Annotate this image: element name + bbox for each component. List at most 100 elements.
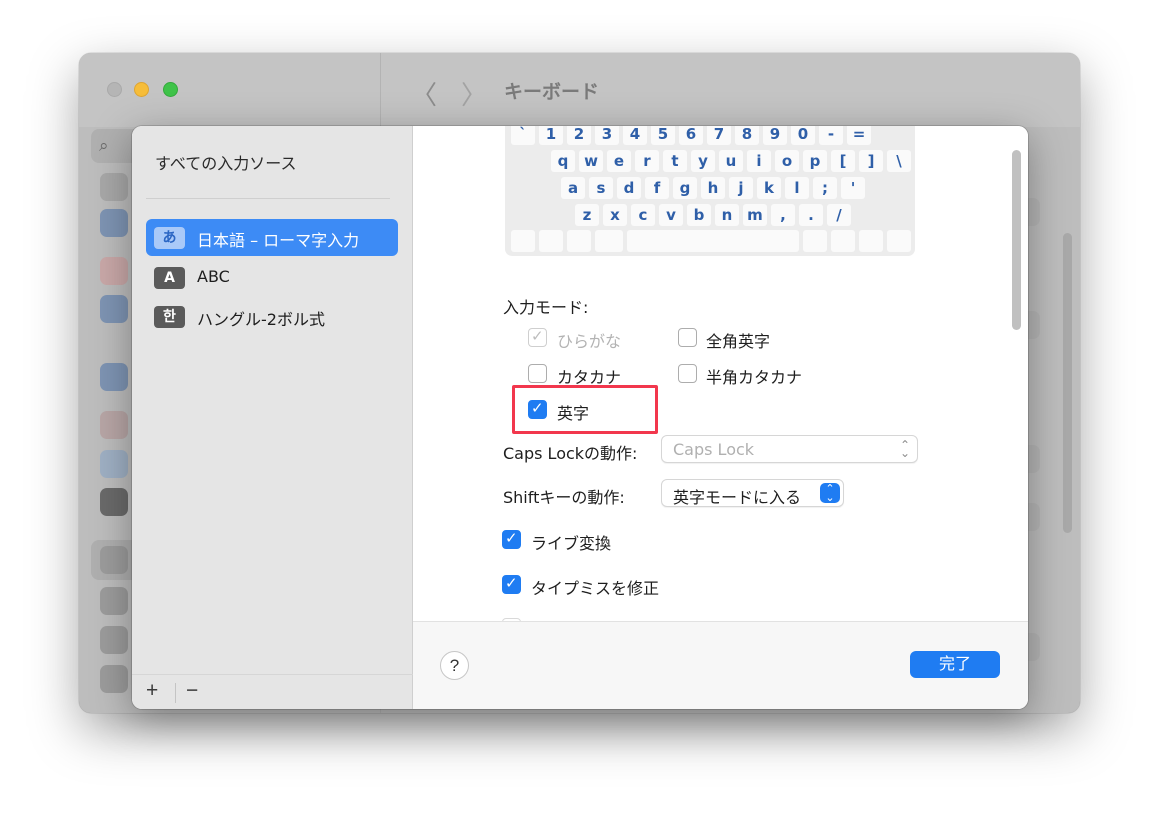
sidebar-ellipsis-icon xyxy=(100,173,128,201)
keyboard-key: y xyxy=(691,150,715,172)
source-list-toolbar: + − xyxy=(132,674,413,709)
keyboard-key: s xyxy=(589,177,613,199)
source-item-japanese-romaji[interactable]: あ 日本語 – ローマ字入力 xyxy=(146,219,398,256)
keyboard-key: = xyxy=(847,126,871,145)
input-sources-header: すべての入力ソース xyxy=(155,154,297,173)
source-item-label: ハングル-2ボル式 xyxy=(197,310,325,329)
keyboard-key: h xyxy=(701,177,725,199)
users-icon xyxy=(100,295,128,323)
keyboard-layout-preview: ` 1 2 3 4 5 6 7 8 9 0- = q w e r t y u i o p[] \ a s d f g h j k l; ' … xyxy=(505,126,915,256)
katakana-checkbox[interactable] xyxy=(528,364,547,383)
keyboard-key: g xyxy=(673,177,697,199)
keyboard-key: k xyxy=(757,177,781,199)
source-item-label: 日本語 – ローマ字入力 xyxy=(197,231,360,250)
keyboard-key: 1 xyxy=(539,126,563,145)
window-zoom-button[interactable] xyxy=(163,82,178,97)
halfwidth-katakana-label: 半角カタカナ xyxy=(706,368,803,387)
keyboard-key: 0 xyxy=(791,126,815,145)
hand-icon xyxy=(100,209,128,237)
keyboard-key: 9 xyxy=(763,126,787,145)
help-button[interactable]: ? xyxy=(440,651,469,680)
keyboard-key: / xyxy=(827,204,851,226)
modifier-key xyxy=(567,230,591,252)
keyboard-key: c xyxy=(631,204,655,226)
forward-chevron-icon[interactable]: 〉 xyxy=(461,75,487,112)
source-item-abc[interactable]: A ABC xyxy=(146,259,398,296)
keyboard-key: w xyxy=(579,150,603,172)
trackpad-icon xyxy=(100,626,128,654)
romaji-checkbox[interactable]: ✓ xyxy=(528,399,547,419)
game-center-icon xyxy=(100,411,128,439)
up-down-chevron-icon: ⌃ ⌄ xyxy=(820,483,840,503)
divider xyxy=(146,198,390,199)
shift-key-value: 英字モードに入る xyxy=(673,488,802,507)
modifier-key xyxy=(803,230,827,252)
keyboard-key: p xyxy=(803,150,827,172)
caps-lock-label: Caps Lockの動作: xyxy=(503,444,638,463)
keyboard-key: q xyxy=(551,150,575,172)
checkmark-icon: ✓ xyxy=(531,327,544,345)
keyboard-key: 4 xyxy=(623,126,647,145)
keyboard-key: e xyxy=(607,150,631,172)
shift-key-popup[interactable]: 英字モードに入る ⌃ ⌄ xyxy=(661,479,844,507)
settings-scrollbar[interactable] xyxy=(1012,150,1021,330)
window-title: キーボード xyxy=(504,81,600,103)
live-conversion-checkbox[interactable]: ✓ xyxy=(502,529,521,549)
hiragana-badge-icon: あ xyxy=(154,227,185,249)
at-sign-icon xyxy=(100,363,128,391)
keyboard-key: a xyxy=(561,177,585,199)
keyboard-key: \ xyxy=(887,150,911,172)
modifier-key xyxy=(859,230,883,252)
source-item-hangul[interactable]: 한 ハングル-2ボル式 xyxy=(146,298,398,335)
keyboard-key: u xyxy=(719,150,743,172)
remove-source-button[interactable]: − xyxy=(186,679,198,703)
keyboard-key: r xyxy=(635,150,659,172)
keyboard-key: [ xyxy=(831,150,855,172)
done-button[interactable]: 完了 xyxy=(910,651,1000,678)
caps-lock-value: Caps Lock xyxy=(673,440,755,459)
modifier-key xyxy=(595,230,623,252)
keyboard-key: . xyxy=(799,204,823,226)
up-down-chevron-icon: ⌃ ⌄ xyxy=(899,438,910,460)
modifier-key xyxy=(539,230,563,252)
background-scrollbar[interactable] xyxy=(1063,233,1072,533)
input-sources-sheet: すべての入力ソース あ 日本語 – ローマ字入力 A ABC 한 ハングル-2ボ… xyxy=(132,126,1028,709)
checkmark-icon: ✓ xyxy=(531,399,544,417)
typo-correction-label: タイプミスを修正 xyxy=(531,579,660,598)
input-sources-list: すべての入力ソース あ 日本語 – ローマ字入力 A ABC 한 ハングル-2ボ… xyxy=(132,126,413,709)
hiragana-label: ひらがな xyxy=(557,332,622,351)
back-chevron-icon[interactable]: 〈 xyxy=(411,75,437,112)
keyboard-key: z xyxy=(575,204,599,226)
sheet-footer: ? 完了 xyxy=(413,621,1028,709)
modifier-key xyxy=(831,230,855,252)
hangul-badge-icon: 한 xyxy=(154,306,185,328)
add-source-button[interactable]: + xyxy=(146,679,158,703)
hiragana-checkbox: ✓ xyxy=(528,327,547,347)
window-minimize-button[interactable] xyxy=(134,82,149,97)
keyboard-key: ] xyxy=(859,150,883,172)
typo-correction-checkbox[interactable]: ✓ xyxy=(502,574,521,594)
keyboard-key: , xyxy=(771,204,795,226)
keyboard-key: ` xyxy=(511,126,535,145)
printer-icon xyxy=(100,665,128,693)
wallet-icon xyxy=(100,488,128,516)
keyboard-key: v xyxy=(659,204,683,226)
window-close-button[interactable] xyxy=(107,82,122,97)
keyboard-key: ; xyxy=(813,177,837,199)
source-settings-pane: ` 1 2 3 4 5 6 7 8 9 0- = q w e r t y u i o p[] \ a s d f g h j k l; ' … xyxy=(413,126,1028,621)
shift-key-label: Shiftキーの動作: xyxy=(503,488,625,507)
caps-lock-popup: Caps Lock ⌃ ⌄ xyxy=(661,435,918,463)
fullwidth-roman-checkbox[interactable] xyxy=(678,328,697,347)
halfwidth-katakana-checkbox[interactable] xyxy=(678,364,697,383)
live-conversion-label: ライブ変換 xyxy=(531,534,612,553)
icloud-icon xyxy=(100,450,128,478)
keyboard-key: 2 xyxy=(567,126,591,145)
keyboard-key: ' xyxy=(841,177,865,199)
keyboard-key: i xyxy=(747,150,771,172)
keyboard-key: - xyxy=(819,126,843,145)
mouse-icon xyxy=(100,587,128,615)
keyboard-key: 5 xyxy=(651,126,675,145)
modifier-key xyxy=(511,230,535,252)
keyboard-key: 7 xyxy=(707,126,731,145)
keyboard-icon xyxy=(100,546,128,574)
